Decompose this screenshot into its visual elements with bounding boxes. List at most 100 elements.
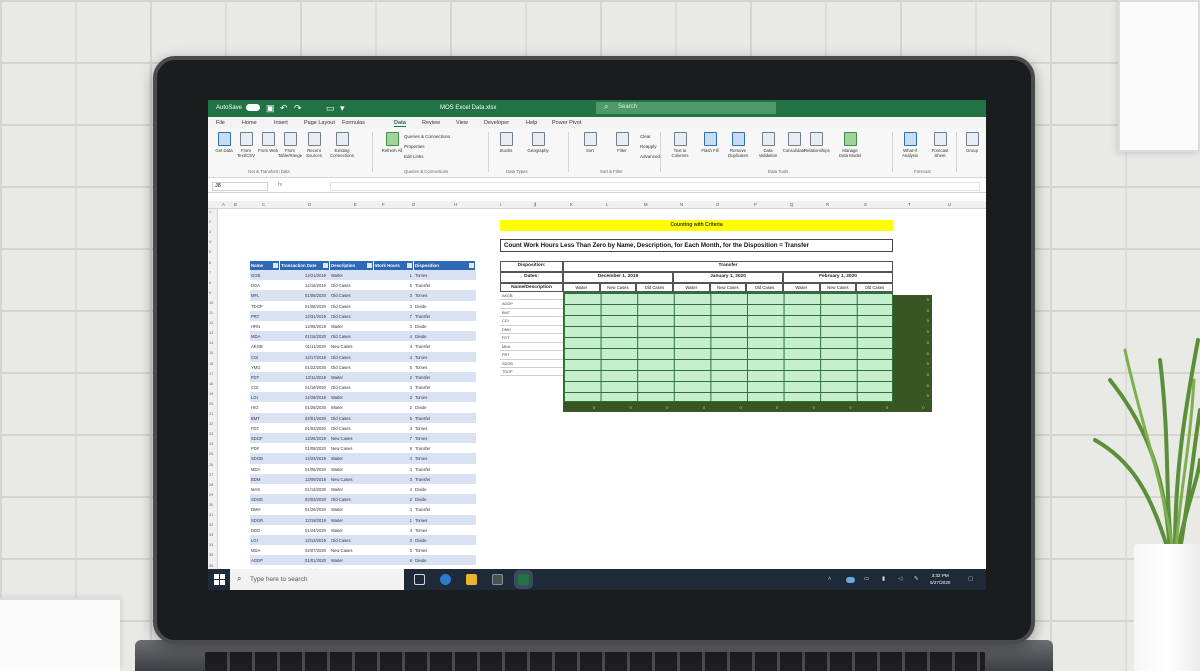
column-total-value[interactable]: 0 (630, 405, 632, 410)
report-name-cell[interactable]: TDGP (500, 368, 563, 377)
table-row[interactable]: PDF 01/09/2020 New Cases 8 Transfer (250, 443, 476, 454)
table-row[interactable]: MFL 01/06/2020 Old Cases 3 Tomes (250, 290, 476, 301)
table-cell[interactable]: Old Cases (330, 382, 374, 392)
table-cell[interactable]: 3 (374, 392, 414, 402)
description-header[interactable]: New Cases (819, 283, 857, 292)
table-cell[interactable]: Tomes (414, 515, 476, 525)
table-cell[interactable]: MDA (250, 464, 280, 474)
row-header-14[interactable]: 14 (209, 341, 213, 345)
table-cell[interactable]: 3 (374, 321, 414, 331)
report-name-cell[interactable]: AGDP (500, 300, 563, 309)
tab-power-pivot[interactable]: Power Pivot (552, 120, 581, 126)
table-cell[interactable]: Divide (414, 484, 476, 494)
tab-page-layout[interactable]: Page Layout (304, 120, 335, 126)
row-header-17[interactable]: 17 (209, 372, 213, 376)
table-cell[interactable]: New Cases (330, 433, 374, 443)
taskbar-clock[interactable]: 3:32 PM 5/27/2020 (930, 572, 950, 586)
table-cell[interactable]: 01/05/2020 (280, 464, 330, 474)
table-cell[interactable]: HIG (250, 402, 280, 412)
table-cell[interactable]: FDT (250, 423, 280, 433)
table-cell[interactable]: 8 (374, 443, 414, 453)
column-header-d[interactable]: D (308, 202, 311, 207)
row-header-21[interactable]: 21 (209, 412, 213, 416)
column-header-q[interactable]: Q (790, 202, 793, 207)
table-cell[interactable]: Tomes (414, 352, 476, 362)
table-cell[interactable]: 02/07/2020 (280, 545, 330, 555)
row-header-36[interactable]: 36 (209, 564, 213, 568)
tab-file[interactable]: File (216, 120, 225, 126)
onedrive-icon[interactable] (846, 577, 855, 583)
report-name-cell[interactable]: FDT (500, 334, 563, 343)
table-cell[interactable]: Divide (414, 301, 476, 311)
disposition-label[interactable]: Disposition: (500, 261, 563, 272)
column-total-value[interactable]: 0 (739, 405, 741, 410)
table-cell[interactable]: 4 (374, 341, 414, 351)
recent-sources-button[interactable]: Recent Sources (302, 132, 326, 158)
table-cell[interactable]: 12/19/2019 (280, 515, 330, 525)
header-transaction-date[interactable]: Transaction Date (280, 261, 330, 270)
table-cell[interactable]: Tomes (414, 525, 476, 535)
row-header-28[interactable]: 28 (209, 483, 213, 487)
table-cell[interactable]: Transfer (414, 382, 476, 392)
manage-data-model-button[interactable]: Manage Data Model (838, 132, 862, 158)
report-name-cell[interactable]: DMH (500, 326, 563, 335)
excel-app-icon[interactable] (518, 574, 529, 585)
edge-browser-icon[interactable] (440, 574, 451, 585)
table-cell[interactable]: Divide (414, 321, 476, 331)
table-cell[interactable]: 5 (374, 362, 414, 372)
table-cell[interactable]: 4 (374, 464, 414, 474)
table-cell[interactable]: SDGB (250, 453, 280, 463)
table-cell[interactable]: 12/15/2019 (280, 280, 330, 290)
table-cell[interactable]: MDA (250, 545, 280, 555)
table-row[interactable]: DDG 01/24/2020 Waiter 4 Tomes (250, 524, 476, 535)
table-cell[interactable]: PRT (250, 311, 280, 321)
table-cell[interactable]: CGI (250, 352, 280, 362)
table-row[interactable]: BDM 12/09/2019 New Cases 3 Transfer (250, 473, 476, 484)
table-cell[interactable]: PDF (250, 443, 280, 453)
table-row[interactable]: MAS 01/13/2020 Waiter 4 Divide (250, 483, 476, 495)
pen-icon[interactable]: ✎ (914, 576, 919, 582)
table-cell[interactable]: SDGF (250, 433, 280, 443)
table-cell[interactable]: Waiter (330, 555, 374, 565)
table-cell[interactable]: 01/29/2020 (280, 504, 330, 514)
row-header-18[interactable]: 18 (209, 382, 213, 386)
row-header-34[interactable]: 34 (209, 543, 213, 547)
table-cell[interactable]: 01/09/2020 (280, 443, 330, 453)
row-header-6[interactable]: 6 (209, 261, 211, 265)
table-cell[interactable]: 3 (374, 474, 414, 484)
row-header-33[interactable]: 33 (209, 533, 213, 537)
column-header-p[interactable]: P (754, 202, 757, 207)
table-cell[interactable]: 7 (374, 433, 414, 443)
report-values-grid[interactable] (563, 292, 893, 402)
table-cell[interactable]: AGDP (250, 555, 280, 565)
row-header-35[interactable]: 35 (209, 553, 213, 557)
table-cell[interactable]: HRN (250, 321, 280, 331)
row-header-26[interactable]: 26 (209, 463, 213, 467)
table-cell[interactable]: 01/13/2020 (280, 484, 330, 494)
group-button[interactable]: Group (960, 132, 984, 153)
table-row[interactable]: DMH 01/29/2020 Waiter 4 Transfer (250, 504, 476, 515)
table-cell[interactable]: Transfer (414, 372, 476, 382)
table-cell[interactable]: FDT (250, 372, 280, 382)
table-cell[interactable]: Tomes (414, 545, 476, 555)
row-total-value[interactable]: 0 (927, 393, 929, 398)
row-header-29[interactable]: 29 (209, 493, 213, 497)
table-row[interactable]: MDA 02/07/2020 New Cases 3 Tomes (250, 545, 476, 556)
table-cell[interactable]: 8 (374, 555, 414, 565)
row-header-30[interactable]: 30 (209, 503, 213, 507)
row-header-4[interactable]: 4 (209, 240, 211, 244)
header-name[interactable]: Name (250, 261, 280, 270)
row-header-11[interactable]: 11 (209, 311, 213, 315)
column-total-value[interactable]: 0 (849, 405, 851, 410)
row-total-value[interactable]: 0 (927, 297, 929, 302)
row-total-value[interactable]: 0 (927, 329, 929, 334)
table-cell[interactable]: 3 (374, 545, 414, 555)
tray-chevron-icon[interactable]: ˄ (828, 576, 831, 582)
refresh-all-button[interactable]: Refresh All (380, 132, 404, 153)
row-total-value[interactable]: 0 (927, 308, 929, 313)
undo-icon[interactable]: ↶ (280, 103, 288, 113)
column-total-value[interactable]: 0 (666, 405, 668, 410)
table-cell[interactable]: Tomes (414, 270, 476, 280)
forecast-sheet-button[interactable]: Forecast Sheet (928, 132, 952, 158)
report-name-cell[interactable]: BMT (500, 309, 563, 318)
